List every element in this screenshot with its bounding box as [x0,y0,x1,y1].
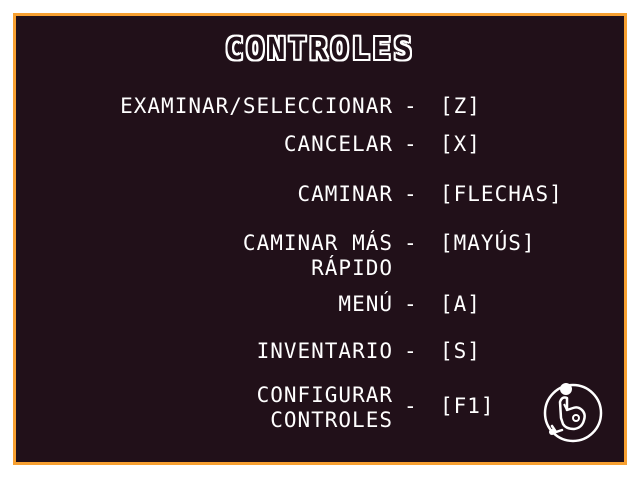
control-key-a: [A] [440,292,481,316]
control-action-caminar-rapido-line1: CAMINAR MÁS [242,231,393,255]
control-key-s: [S] [440,339,481,363]
control-key-z: [Z] [440,94,481,118]
control-key-f1: [F1] [440,394,495,418]
control-separator: - [404,394,418,418]
page-title: CONTROLES [225,32,415,67]
control-key-flechas: [FLECHAS] [440,182,563,206]
control-separator: - [404,292,418,316]
control-action-cancelar: CANCELAR [283,132,393,156]
control-action-menu: MENÚ [338,292,393,316]
control-action-configurar-line2: CONTROLES [270,408,393,432]
control-separator: - [404,182,418,206]
control-separator: - [404,132,418,156]
control-action-examinar: EXAMINAR/SELECCIONAR [120,94,393,118]
control-separator: - [404,231,418,255]
control-action-inventario: INVENTARIO [256,339,393,363]
control-action-caminar-rapido-line2: RÁPIDO [311,256,393,280]
control-key-x: [X] [440,132,481,156]
control-action-configurar-line1: CONFIGURAR [256,383,393,407]
control-action-caminar: CAMINAR [297,182,393,206]
control-key-mayus: [MAYÚS] [440,231,536,255]
control-separator: - [404,339,418,363]
controls-screen: CONTROLES EXAMINAR/SELECCIONAR - [Z] CAN… [0,0,640,480]
control-separator: - [404,94,418,118]
pointing-hand-bubble-icon [543,383,603,443]
